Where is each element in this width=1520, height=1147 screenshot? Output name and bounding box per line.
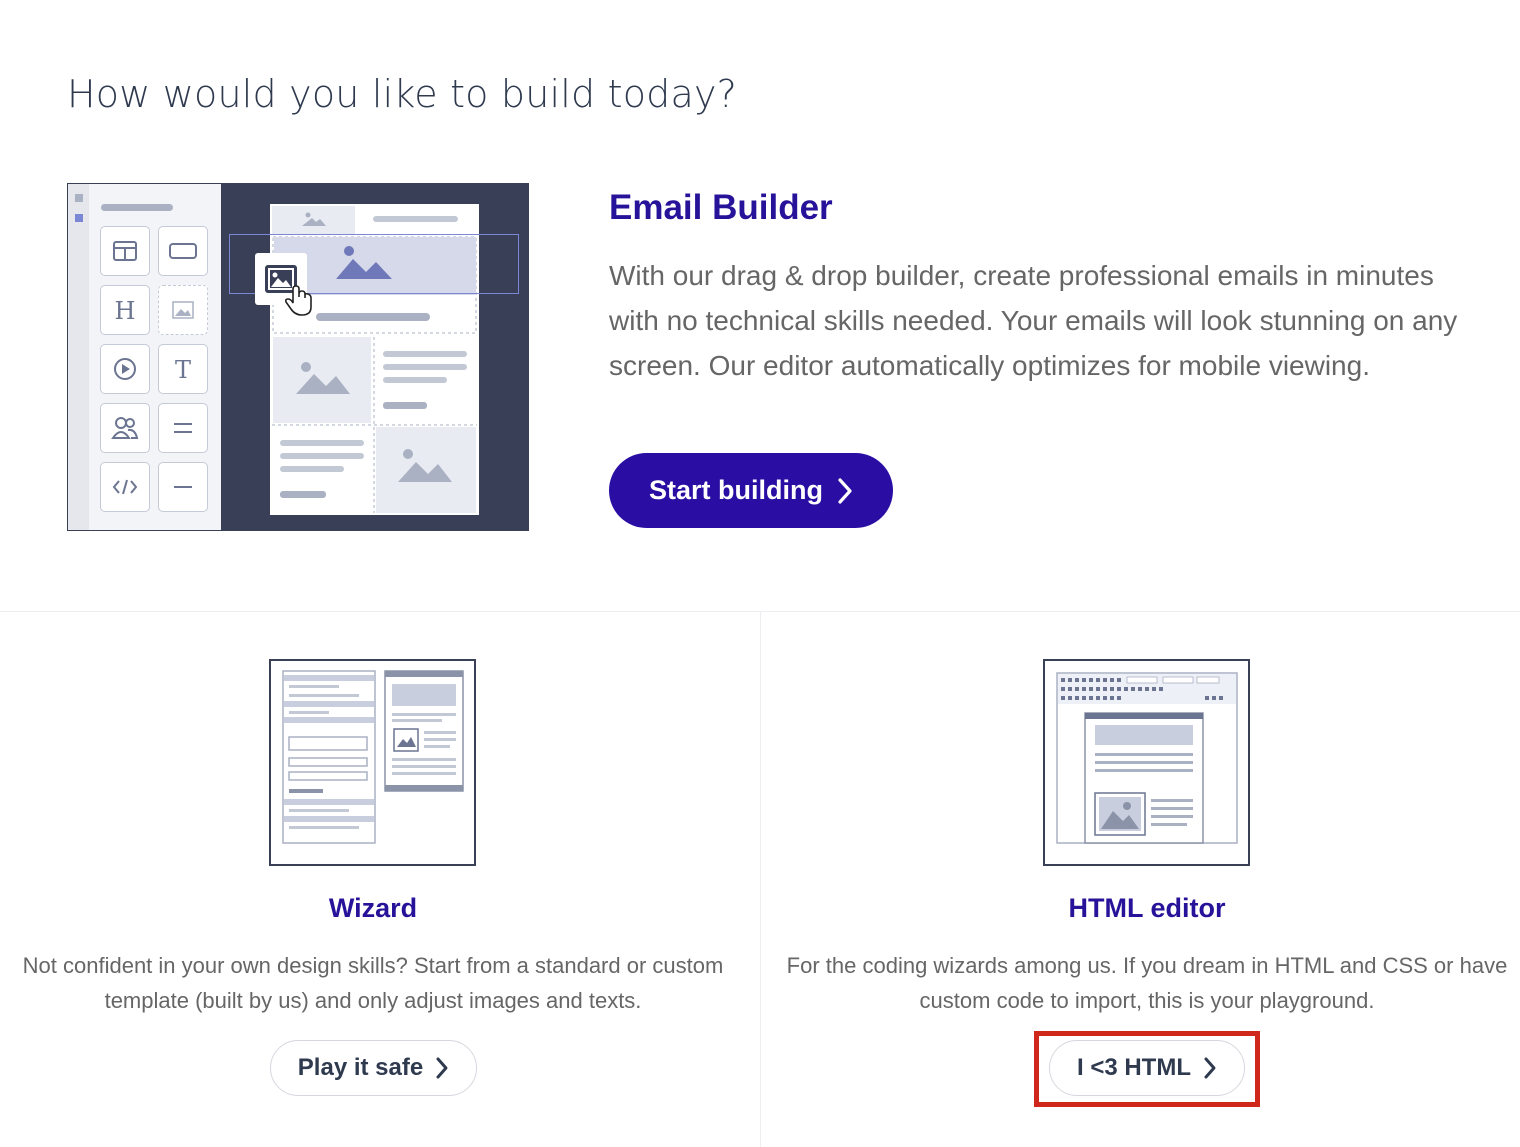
divider-block-icon: [158, 403, 208, 453]
code-block-icon: [100, 462, 150, 512]
page-title: How would you like to build today?: [67, 72, 738, 116]
start-building-label: Start building: [649, 475, 823, 505]
html-editor-illustration: [1043, 659, 1250, 866]
heading-block-icon: H: [100, 285, 150, 335]
email-builder-illustration: H T: [67, 183, 529, 531]
hand-cursor-icon: [284, 285, 314, 322]
column-divider: [760, 612, 761, 1147]
illustration-block-panel: H T: [89, 184, 221, 530]
svg-text:T: T: [175, 357, 191, 381]
svg-text:H: H: [115, 298, 136, 322]
button-block-icon: [158, 226, 208, 276]
page: How would you like to build today? H T E…: [0, 0, 1520, 1147]
chevron-right-icon: [838, 477, 852, 504]
email-builder-title: Email Builder: [609, 188, 833, 227]
html-editor-description: For the coding wizards among us. If you …: [786, 953, 1508, 1013]
spacer-block-icon: [158, 462, 208, 512]
email-builder-description: With our drag & drop builder, create pro…: [609, 260, 1458, 381]
video-block-icon: [100, 344, 150, 394]
wizard-description: Not confident in your own design skills?…: [22, 953, 724, 1013]
play-it-safe-label: Play it safe: [297, 1054, 424, 1081]
social-block-icon: [100, 403, 150, 453]
start-building-button[interactable]: Start building: [609, 453, 893, 528]
text-block-icon: T: [158, 344, 208, 394]
html-editor-title: HTML editor: [1068, 893, 1226, 923]
columns-block-icon: [100, 226, 150, 276]
wizard-illustration: [269, 659, 476, 866]
illustration-rail: [68, 184, 89, 530]
highlight-box: [1034, 1031, 1260, 1107]
image-block-icon: [158, 285, 208, 335]
wizard-title: Wizard: [328, 893, 418, 923]
play-it-safe-button[interactable]: Play it safe: [270, 1040, 477, 1096]
chevron-right-icon: [436, 1057, 448, 1079]
